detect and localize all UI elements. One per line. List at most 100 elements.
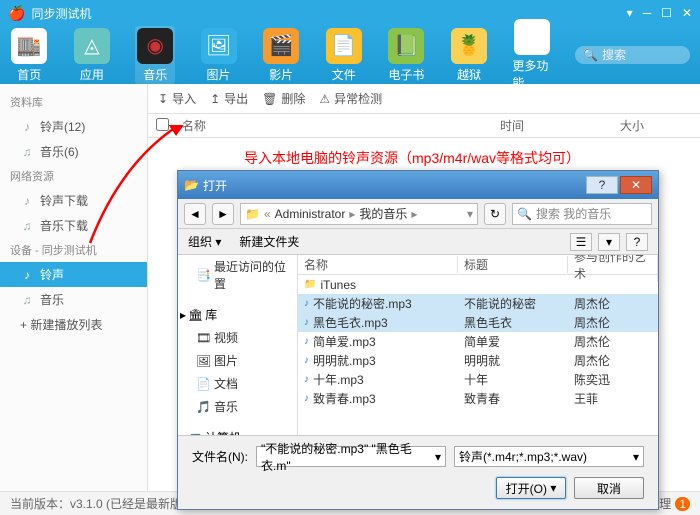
filename-field[interactable]: "不能说的秘密.mp3" "黑色毛衣.m"▾	[256, 446, 446, 467]
music-icon: ♫	[20, 145, 34, 159]
app-title: 同步测试机	[31, 5, 91, 22]
nav-jail[interactable]: 🍍越狱	[450, 28, 489, 83]
file-row[interactable]: ♪黑色毛衣.mp3黑色毛衣周杰伦	[298, 313, 658, 332]
folder-icon: 📁	[245, 207, 260, 221]
pics-icon: 🖼	[196, 354, 210, 368]
minimize-button[interactable]: ─	[643, 6, 652, 20]
bell-icon: ♪	[20, 268, 34, 282]
col-artist[interactable]: 参与创作的艺术	[568, 255, 658, 282]
apple-icon: 🍎	[8, 5, 25, 22]
tree-docs[interactable]: 📄文档	[178, 372, 297, 395]
file-row[interactable]: ♪简单爱.mp3简单爱周杰伦	[298, 332, 658, 351]
chevron-down-icon[interactable]: ▾	[467, 207, 473, 221]
sb-dev-ringtone[interactable]: ♪铃声	[0, 262, 147, 287]
docs-icon: 📄	[196, 377, 210, 391]
dialog-help-button[interactable]: ?	[586, 176, 618, 194]
export-button[interactable]: ↥导出	[210, 90, 248, 107]
audio-icon: ♪	[304, 393, 309, 404]
file-row[interactable]: ♪不能说的秘密.mp3不能说的秘密周杰伦	[298, 294, 658, 313]
breadcrumb[interactable]: 📁« Administrator▸ 我的音乐▸ ▾	[240, 203, 478, 225]
nav-apps[interactable]: ◬应用	[73, 28, 112, 83]
search-input[interactable]	[602, 48, 682, 62]
filename-label: 文件名(N):	[192, 448, 248, 465]
video-icon: 🎞	[196, 331, 210, 345]
recent-icon: 📑	[196, 268, 210, 282]
search-icon: 🔍	[583, 48, 598, 62]
titlebar: 🍎 同步测试机 ▾ ─ ☐ ✕	[0, 0, 700, 26]
sb-ringtone-dl[interactable]: ♪铃声下载	[0, 188, 147, 213]
nav-file[interactable]: 📄文件	[325, 28, 364, 83]
nav-search[interactable]: 🔍	[575, 46, 690, 64]
file-row[interactable]: ♪明明就.mp3明明就周杰伦	[298, 351, 658, 370]
col-time[interactable]: 时间	[500, 117, 620, 134]
dialog-organize-bar: 组织 ▾ 新建文件夹 ☰ ▾ ?	[178, 229, 658, 255]
count-badge: 1	[675, 497, 690, 511]
sb-ringtone-lib[interactable]: ♪铃声(12)	[0, 114, 147, 139]
open-dialog: 📂打开 ? ✕ ◄ ► 📁« Administrator▸ 我的音乐▸ ▾ ↻ …	[177, 170, 659, 510]
maximize-button[interactable]: ☐	[661, 6, 672, 20]
computer-icon: 💻	[188, 431, 203, 436]
audio-icon: ♪	[304, 374, 309, 385]
skin-icon[interactable]: ▾	[627, 6, 633, 20]
refresh-button[interactable]: ↻	[484, 203, 506, 225]
view-mode-button[interactable]: ☰	[570, 233, 592, 251]
sb-head-library: 资料库	[0, 90, 147, 114]
col-name[interactable]: 名称	[176, 117, 500, 134]
audio-icon: ♪	[304, 355, 309, 366]
tree-recent[interactable]: 📑最近访问的位置	[178, 255, 297, 295]
chevron-down-icon[interactable]: ▾	[435, 450, 441, 464]
organize-menu[interactable]: 组织 ▾	[188, 233, 221, 250]
cancel-button[interactable]: 取消	[574, 477, 644, 499]
tree-video[interactable]: 🎞视频	[178, 326, 297, 349]
view-options-button[interactable]: ▾	[598, 233, 620, 251]
file-row[interactable]: ♪致青春.mp3致青春王菲	[298, 389, 658, 408]
search-icon: 🔍	[517, 207, 532, 221]
col-size[interactable]: 大小	[620, 117, 700, 134]
nav-music[interactable]: ◉音乐	[135, 26, 175, 85]
import-icon: ↧	[158, 92, 168, 106]
tree-pics[interactable]: 🖼图片	[178, 349, 297, 372]
dialog-title: 打开	[203, 177, 227, 194]
import-button[interactable]: ↧导入	[158, 90, 196, 107]
tree-music[interactable]: 🎵音乐	[178, 395, 297, 418]
chevron-down-icon[interactable]: ▾	[633, 450, 639, 464]
nav-home[interactable]: 🏬首页	[10, 28, 49, 83]
nav-video[interactable]: 🎬影片	[262, 28, 301, 83]
tree-computer[interactable]: ▸💻计算机	[178, 426, 297, 435]
close-button[interactable]: ✕	[682, 6, 692, 20]
back-button[interactable]: ◄	[184, 203, 206, 225]
delete-button[interactable]: 🗑删除	[262, 90, 305, 107]
sb-head-net: 网络资源	[0, 164, 147, 188]
trash-icon: 🗑	[262, 92, 277, 106]
nav-more[interactable]: ▦更多功能	[512, 19, 551, 91]
tree-lib[interactable]: ▸🏛库	[178, 303, 297, 326]
forward-button[interactable]: ►	[212, 203, 234, 225]
library-icon: 🏛	[188, 308, 203, 322]
sb-music-dl[interactable]: ♫音乐下载	[0, 213, 147, 238]
sb-dev-music[interactable]: ♫音乐	[0, 287, 147, 312]
file-row[interactable]: ♪十年.mp3十年陈奕迅	[298, 370, 658, 389]
select-all-checkbox[interactable]	[156, 118, 169, 131]
dialog-close-button[interactable]: ✕	[620, 176, 652, 194]
music-icon: ♫	[20, 293, 34, 307]
check-button[interactable]: ⚠异常检测	[319, 90, 382, 107]
sidebar: 资料库 ♪铃声(12) ♫音乐(6) 网络资源 ♪铃声下载 ♫音乐下载 设备 -…	[0, 84, 148, 491]
music-icon: 🎵	[196, 400, 210, 414]
nav-book[interactable]: 📗电子书	[387, 28, 426, 83]
new-folder-button[interactable]: 新建文件夹	[239, 233, 299, 250]
sb-head-device: 设备 - 同步测试机	[0, 238, 147, 262]
sb-new-playlist[interactable]: + 新建播放列表	[0, 312, 147, 337]
file-filter-dropdown[interactable]: 铃声(*.m4r;*.mp3;*.wav)▾	[454, 446, 644, 467]
help-button[interactable]: ?	[626, 233, 648, 251]
list-header: 名称 时间 大小	[148, 114, 700, 138]
dialog-tree: 📑最近访问的位置 ▸🏛库 🎞视频 🖼图片 📄文档 🎵音乐 ▸💻计算机 💽Win7…	[178, 255, 298, 435]
dialog-search[interactable]: 🔍搜索 我的音乐	[512, 203, 652, 225]
col-filename[interactable]: 名称	[298, 256, 458, 273]
sb-music-lib[interactable]: ♫音乐(6)	[0, 139, 147, 164]
window-controls: ▾ ─ ☐ ✕	[627, 6, 692, 20]
open-button[interactable]: 打开(O) ▾	[496, 477, 566, 499]
col-title[interactable]: 标题	[458, 256, 568, 273]
top-nav: 🏬首页 ◬应用 ◉音乐 🖼图片 🎬影片 📄文件 📗电子书 🍍越狱 ▦更多功能 🔍	[0, 26, 700, 84]
nav-pics[interactable]: 🖼图片	[199, 28, 238, 83]
file-list-header: 名称 标题 参与创作的艺术	[298, 255, 658, 275]
